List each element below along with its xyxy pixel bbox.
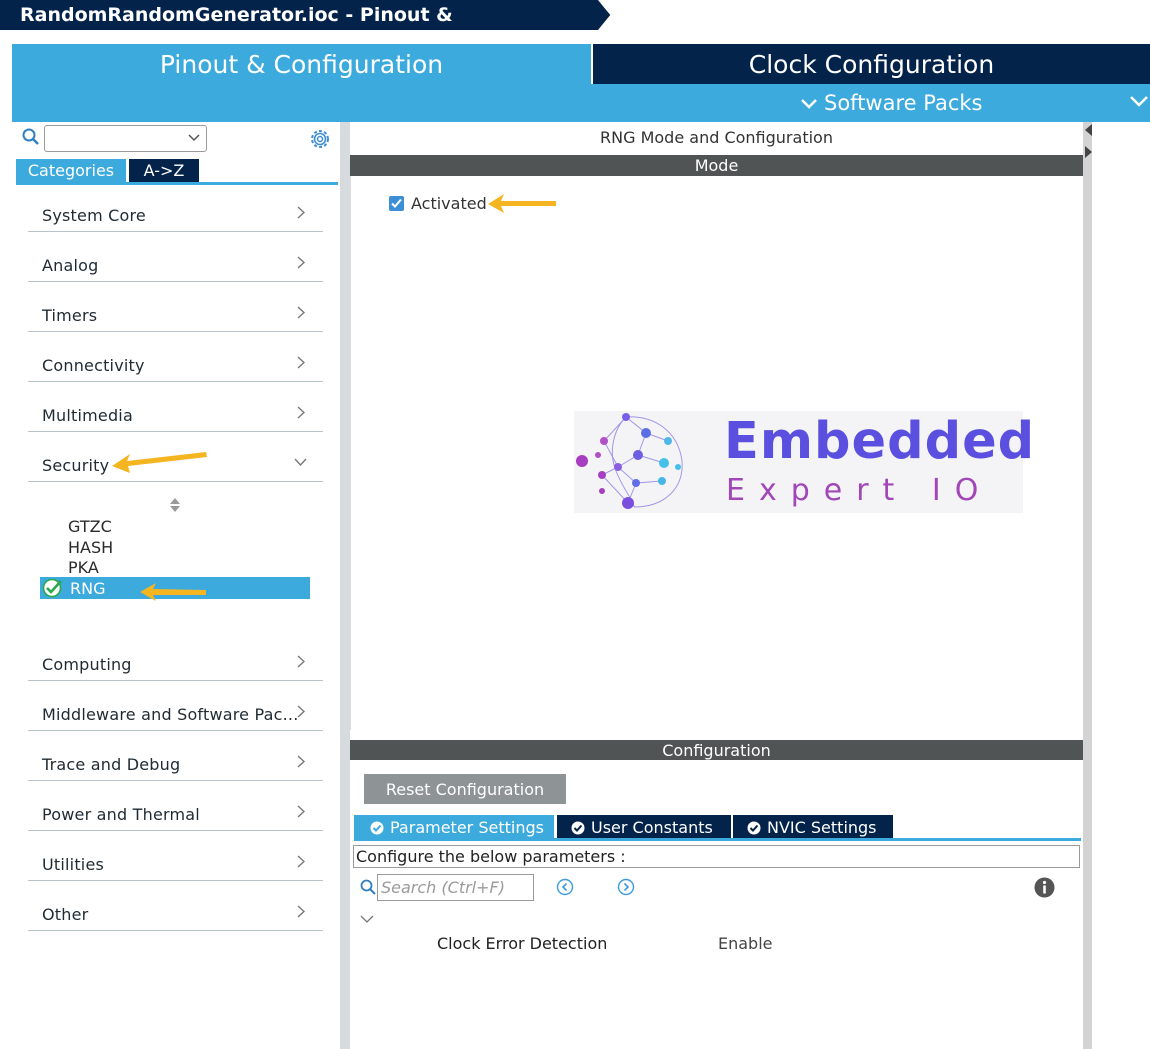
sidebar-item-label: Utilities (42, 855, 105, 874)
sidebar-item-label: Multimedia (42, 406, 133, 425)
tab-clock-configuration[interactable]: Clock Configuration (593, 44, 1150, 84)
search-input[interactable] (44, 125, 207, 152)
check-circle-icon (370, 821, 384, 835)
chevron-right-icon (297, 356, 305, 369)
collapse-panel-icon[interactable] (1084, 124, 1092, 160)
reset-configuration-button[interactable]: Reset Configuration (364, 774, 566, 804)
annotation-arrow-icon (112, 452, 207, 473)
sidebar-item-label: Security (42, 456, 110, 475)
gear-icon[interactable] (309, 128, 331, 150)
network-brain-icon (576, 413, 683, 509)
check-circle-icon (747, 821, 761, 835)
logo-title: Embedded (724, 412, 1036, 471)
sidebar-item-label: Connectivity (42, 356, 145, 375)
chevron-down-icon (801, 99, 817, 109)
check-circle-icon (42, 578, 62, 598)
sidebar-item-multimedia[interactable]: Multimedia (28, 382, 323, 432)
software-packs-label: Software Packs (824, 91, 983, 115)
sidebar-item-timers[interactable]: Timers (28, 282, 323, 332)
chevron-right-icon (297, 805, 305, 818)
tab-nvic-settings[interactable]: NVIC Settings (733, 815, 893, 840)
chevron-right-icon (297, 306, 305, 319)
sidebar-item-other[interactable]: Other (28, 881, 323, 931)
atoz-view-button[interactable]: A->Z (129, 159, 199, 182)
checkmark-icon (391, 198, 402, 208)
sidebar-item-label: Trace and Debug (42, 755, 181, 774)
search-icon (360, 879, 376, 895)
chevron-right-icon (297, 406, 305, 419)
configure-hint: Configure the below parameters : (353, 845, 1080, 868)
chevron-right-icon (297, 855, 305, 868)
tab-label: User Constants (591, 818, 713, 837)
activated-label: Activated (411, 194, 487, 213)
window-title: RandomRandomGenerator.ioc - Pinout & Con… (0, 0, 598, 56)
chevron-right-icon (297, 206, 305, 219)
annotation-arrow-icon (488, 194, 556, 213)
tab-user-constants[interactable]: User Constants (557, 815, 731, 840)
sidebar-item-middleware[interactable]: Middleware and Software Pac... (28, 681, 323, 731)
annotation-arrow-icon (140, 583, 206, 601)
parameter-name: Clock Error Detection (437, 934, 608, 953)
categories-view-button[interactable]: Categories (16, 159, 126, 182)
sidebar-item-system-core[interactable]: System Core (28, 182, 323, 232)
sort-updown-icon[interactable] (169, 497, 181, 513)
chevron-down-icon (188, 134, 200, 142)
previous-result-icon[interactable] (556, 878, 574, 896)
logo-subtitle: Expert IO (726, 473, 993, 508)
chevron-right-icon (297, 905, 305, 918)
software-packs-menu[interactable]: Software Packs (800, 86, 982, 120)
info-icon[interactable] (1034, 877, 1055, 898)
breadcrumb-arrow-icon (592, 0, 611, 30)
sidebar-item-label: Other (42, 905, 89, 924)
sidebar-item-label: Timers (42, 306, 98, 325)
configuration-header: Configuration (350, 740, 1083, 760)
tab-pinout-configuration[interactable]: Pinout & Configuration (12, 44, 591, 84)
parameter-search-input[interactable]: Search (Ctrl+F) (377, 874, 534, 901)
tab-label: Parameter Settings (390, 818, 544, 837)
security-item-pka[interactable]: PKA (68, 558, 99, 577)
panel-splitter[interactable] (340, 122, 350, 1049)
search-icon (22, 128, 39, 145)
sidebar-item-label: Middleware and Software Pac... (42, 705, 299, 724)
tab-underline (354, 838, 1081, 841)
check-circle-icon (571, 821, 585, 835)
security-item-gtzc[interactable]: GTZC (68, 517, 112, 536)
chevron-down-icon[interactable] (360, 914, 374, 924)
chevron-right-icon (297, 705, 305, 718)
next-result-icon[interactable] (617, 878, 635, 896)
activated-checkbox[interactable] (389, 196, 404, 211)
scrollbar[interactable] (1083, 122, 1092, 1049)
tab-parameter-settings[interactable]: Parameter Settings (354, 815, 554, 840)
sidebar-item-label: Analog (42, 256, 99, 275)
page-title: RNG Mode and Configuration (600, 128, 833, 147)
tab-label: NVIC Settings (767, 818, 877, 837)
sidebar-item-connectivity[interactable]: Connectivity (28, 332, 323, 382)
mode-header: Mode (350, 155, 1083, 176)
sidebar-item-label: Power and Thermal (42, 805, 200, 824)
sidebar-item-analog[interactable]: Analog (28, 232, 323, 282)
sidebar-item-label: System Core (42, 206, 146, 225)
sidebar-item-trace-debug[interactable]: Trace and Debug (28, 731, 323, 781)
chevron-right-icon (297, 655, 305, 668)
sidebar-item-power-thermal[interactable]: Power and Thermal (28, 781, 323, 831)
sidebar-item-computing[interactable]: Computing (28, 631, 323, 681)
chevron-right-icon (297, 256, 305, 269)
sidebar-item-utilities[interactable]: Utilities (28, 831, 323, 881)
parameter-value[interactable]: Enable (718, 934, 773, 953)
chevron-right-icon (297, 755, 305, 768)
security-item-hash[interactable]: HASH (68, 538, 113, 557)
chevron-down-icon (294, 458, 307, 466)
sidebar-item-label: Computing (42, 655, 132, 674)
chevron-down-icon[interactable] (1128, 94, 1150, 108)
security-item-rng-label: RNG (70, 579, 106, 598)
